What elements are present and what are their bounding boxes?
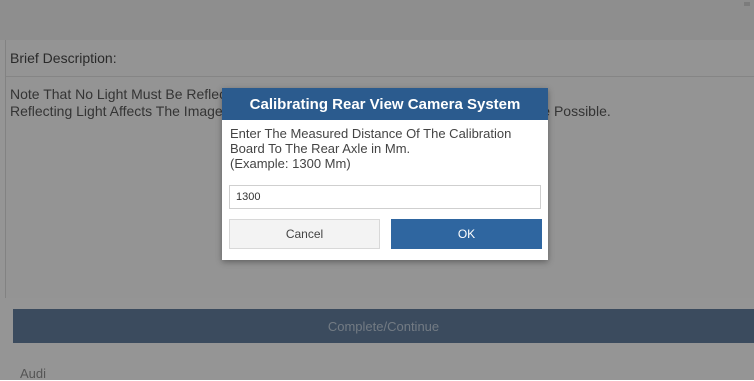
calibration-dialog: Calibrating Rear View Camera System Ente…	[222, 88, 548, 260]
ok-button[interactable]: OK	[391, 219, 542, 249]
cancel-button[interactable]: Cancel	[229, 219, 380, 249]
distance-input[interactable]	[229, 185, 541, 209]
dialog-message-line: (Example: 1300 Mm)	[230, 156, 351, 171]
dialog-message-line: Board To The Rear Axle in Mm.	[230, 141, 411, 156]
dialog-title: Calibrating Rear View Camera System	[222, 88, 548, 120]
dialog-message: Enter The Measured Distance Of The Calib…	[230, 126, 544, 171]
dialog-message-line: Enter The Measured Distance Of The Calib…	[230, 126, 512, 141]
